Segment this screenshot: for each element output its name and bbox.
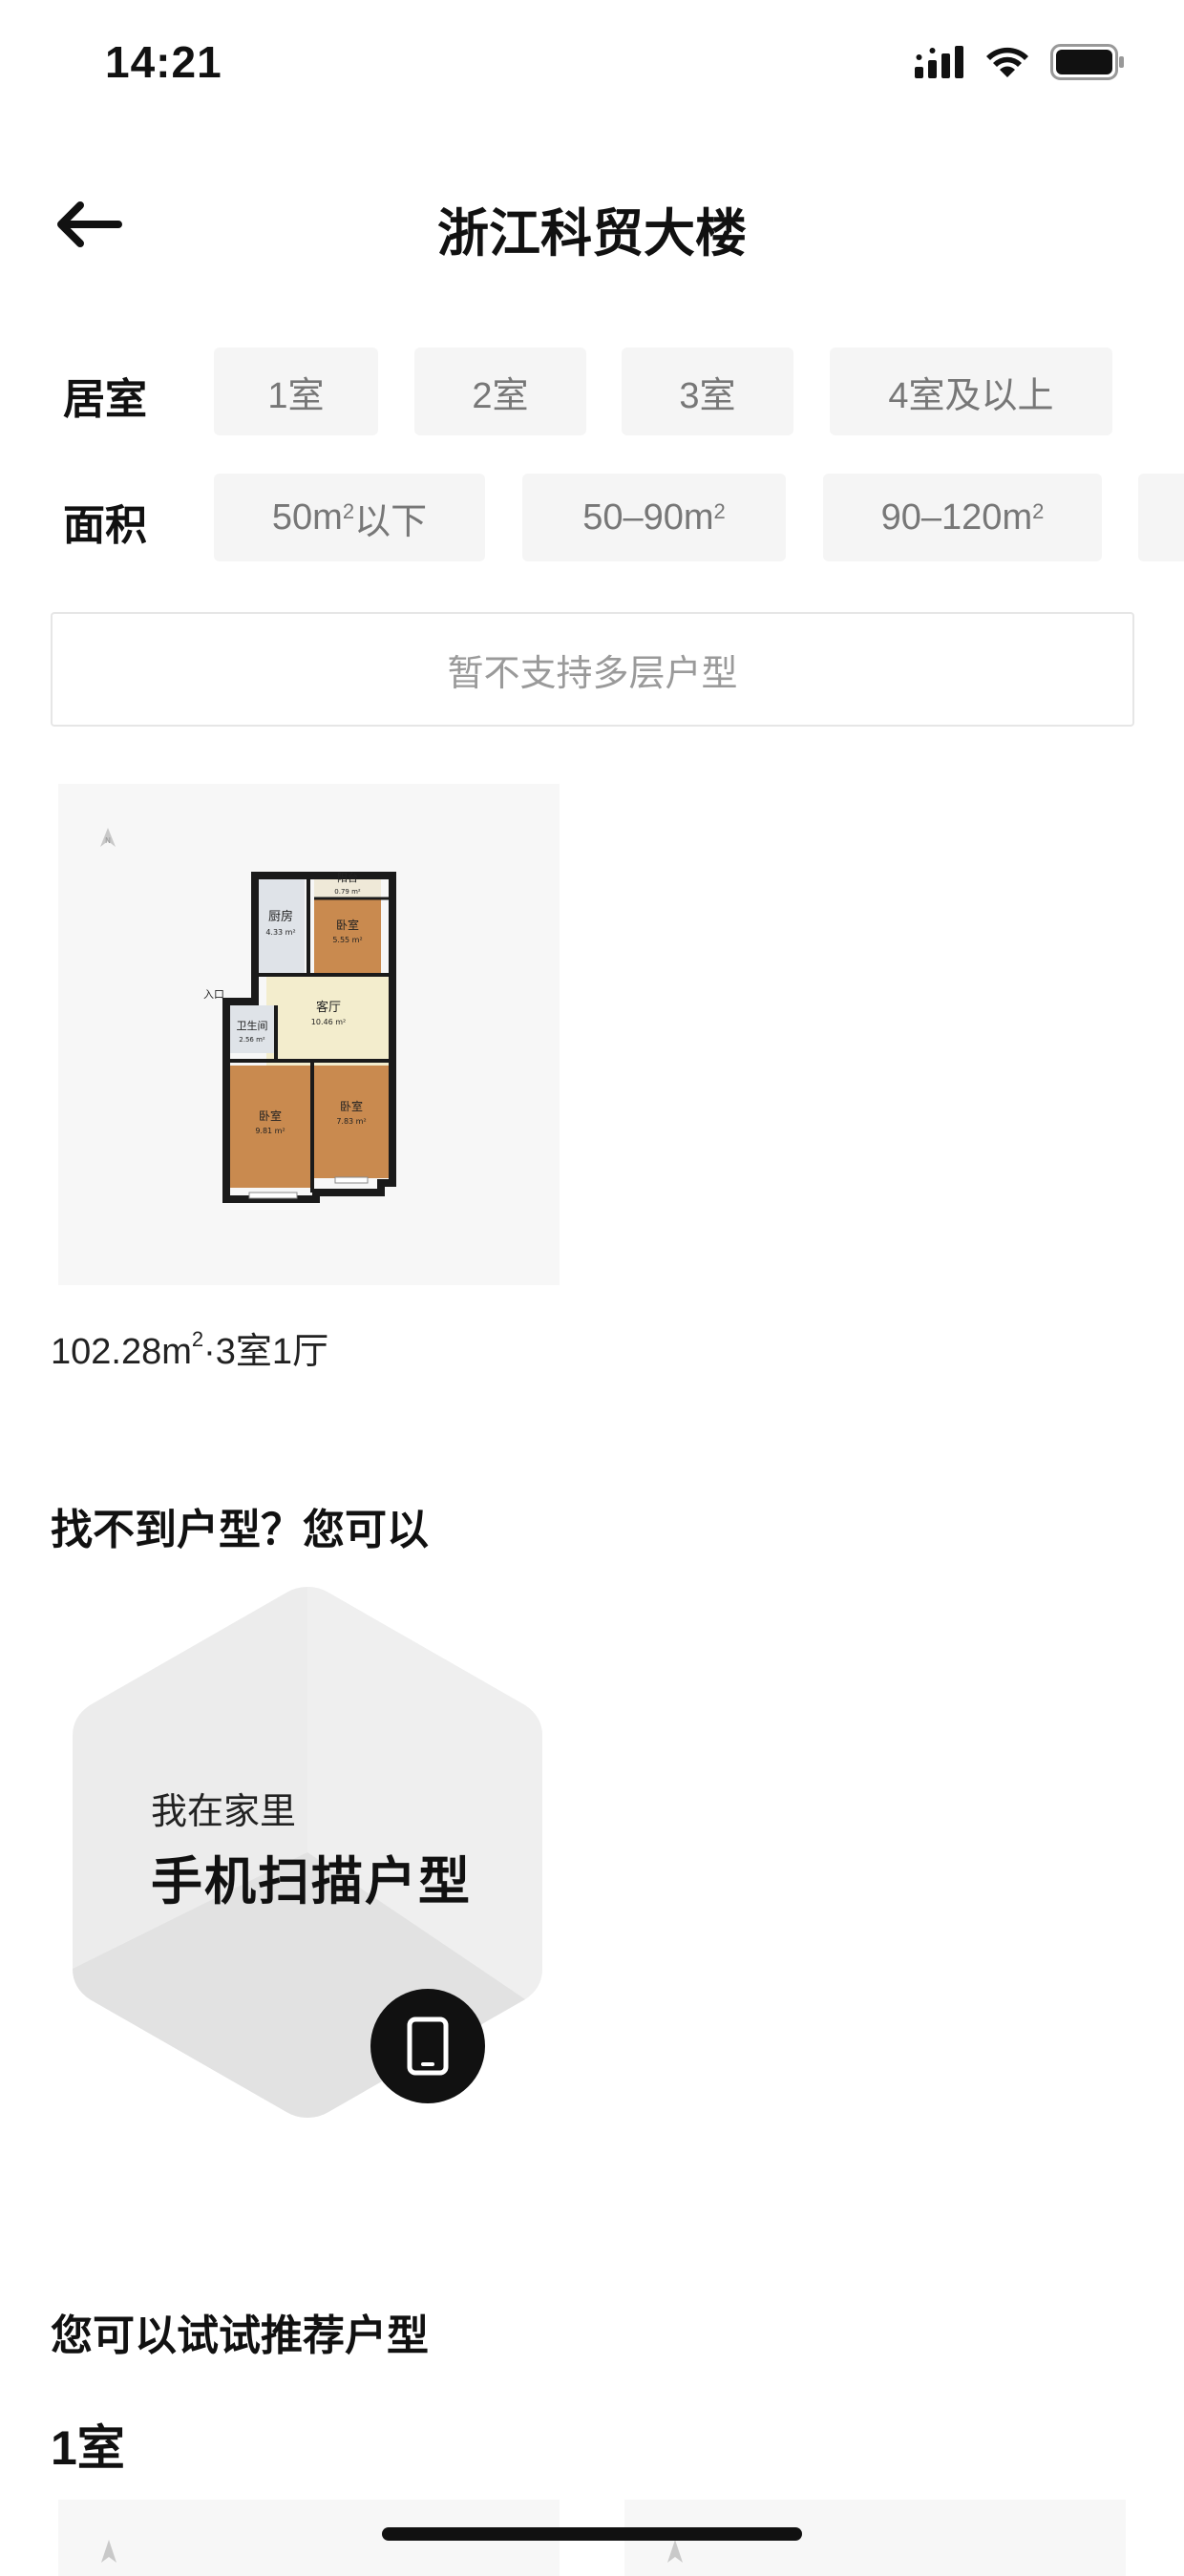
room-area-balcony: 0.79 m² — [334, 888, 361, 896]
area-option-suffix: 以下 — [354, 501, 428, 542]
floor-plan-card[interactable]: N 厨房 4.33 m² 阳台 0.79 m² 卧室 5.55 m² 客厅 10… — [58, 784, 560, 1285]
svg-text:N: N — [105, 836, 111, 845]
room-filter-label: 居室 — [63, 376, 147, 423]
room-label-kitchen: 厨房 — [268, 909, 293, 924]
room-area-bathroom: 2.56 m² — [239, 1036, 265, 1044]
area-option-90-120[interactable]: 90–120m 2 — [823, 474, 1102, 561]
area-filter-label: 面积 — [63, 502, 147, 549]
scan-card-title: 手机扫描户型 — [151, 1853, 472, 1911]
room-label-living: 客厅 — [316, 1000, 341, 1015]
scan-phone-button[interactable] — [370, 1989, 485, 2103]
cellular-signal-icon — [915, 46, 963, 78]
page-title: 浙江科贸大楼 — [437, 205, 747, 263]
entrance-label: 入口 — [203, 988, 224, 1001]
wifi-icon — [986, 47, 1028, 77]
room-label-balcony: 阳台 — [337, 871, 358, 884]
area-option-50-90[interactable]: 50–90m 2 — [522, 474, 786, 561]
multi-floor-notice: 暂不支持多层户型 — [51, 612, 1134, 727]
battery-icon — [1050, 44, 1124, 80]
area-option-text: 50m — [271, 496, 343, 538]
recommend-group-label: 1室 — [51, 2421, 125, 2475]
recommend-title: 您可以试试推荐户型 — [51, 2312, 429, 2359]
room-area-bedroom-left: 9.81 m² — [255, 1127, 285, 1135]
floor-plan-area-unit-sup: 2 — [191, 1327, 204, 1352]
room-area-living: 10.46 m² — [311, 1018, 346, 1026]
area-option-text: 50–90m — [582, 496, 714, 538]
floor-plan-image: N 厨房 4.33 m² 阳台 0.79 m² 卧室 5.55 m² 客厅 10… — [100, 828, 396, 1203]
not-found-title: 找不到户型？您可以 — [51, 1507, 429, 1553]
room-option-1[interactable]: 1室 — [214, 348, 378, 435]
room-label-bedroom-left: 卧室 — [259, 1109, 282, 1123]
floor-plan-area: 102.28m — [51, 1332, 192, 1372]
area-option-text: 90–120m — [880, 496, 1033, 538]
room-label-bedroom-top: 卧室 — [336, 918, 359, 932]
area-option-sup: 2 — [1032, 499, 1045, 523]
floor-plan-layout: ·3室1厅 — [203, 1332, 329, 1372]
compass-icon: N — [100, 828, 116, 847]
room-area-bedroom-right: 7.83 m² — [336, 1117, 366, 1126]
area-option-sup: 2 — [342, 499, 355, 523]
area-filter-row: 面积 50m 2 以下 50–90m 2 90–120m 2 — [0, 474, 1184, 561]
floor-plan-caption: 102.28m2·3室1厅 — [51, 1321, 328, 1374]
back-arrow-icon — [57, 201, 122, 247]
area-option-sup: 2 — [713, 499, 726, 523]
area-option-under-50[interactable]: 50m 2 以下 — [214, 474, 485, 561]
status-time: 14:21 — [105, 37, 222, 87]
status-icons — [915, 44, 1125, 80]
room-label-bedroom-right: 卧室 — [340, 1099, 363, 1113]
room-area-kitchen: 4.33 m² — [265, 928, 295, 937]
room-area-bedroom-top: 5.55 m² — [332, 936, 362, 944]
area-option-more[interactable] — [1138, 474, 1184, 561]
room-label-bathroom: 卫生间 — [237, 1019, 268, 1032]
home-indicator[interactable] — [382, 2527, 802, 2541]
room-option-4-plus[interactable]: 4室及以上 — [830, 348, 1112, 435]
scan-card-subtitle: 我在家里 — [151, 1792, 297, 1832]
phone-icon — [407, 2016, 449, 2076]
room-option-3[interactable]: 3室 — [622, 348, 793, 435]
back-button[interactable] — [53, 191, 130, 258]
room-filter-row: 居室 1室 2室 3室 4室及以上 — [0, 348, 1184, 435]
room-option-2[interactable]: 2室 — [414, 348, 586, 435]
